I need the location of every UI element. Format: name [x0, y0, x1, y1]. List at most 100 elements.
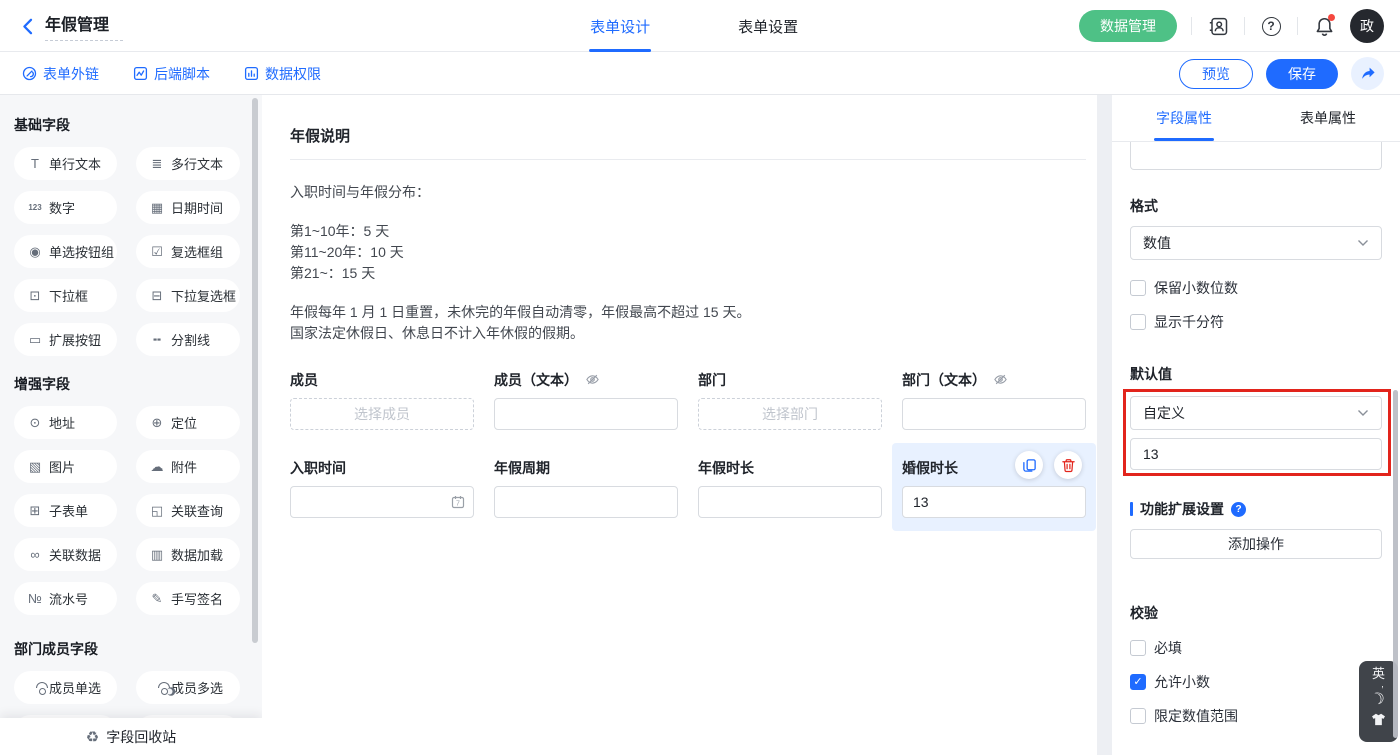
option-thousand-separator[interactable]: 显示千分符 [1130, 312, 1382, 332]
option-allow-decimal[interactable]: 允许小数 [1130, 672, 1382, 692]
field-pill-geolocation[interactable]: ⊕定位 [136, 406, 240, 439]
shirt-skin-icon[interactable] [1371, 713, 1386, 726]
form-designer-app: 年假管理 表单设计 表单设置 数据管理 ? [0, 0, 1400, 755]
option-limit-range[interactable]: 限定数值范围 [1130, 706, 1382, 726]
data-permission-action[interactable]: 数据权限 [244, 64, 321, 84]
data-permission-icon [244, 66, 259, 81]
field-pill-subform[interactable]: ⊞子表单 [14, 494, 117, 527]
moon-icon[interactable]: ☽ [1369, 688, 1389, 711]
annual-cycle-input[interactable] [494, 486, 678, 518]
save-button[interactable]: 保存 [1266, 59, 1338, 89]
field-pill-radio-group[interactable]: ◉单选按钮组 [14, 235, 117, 268]
tab-form-properties[interactable]: 表单属性 [1256, 95, 1400, 141]
field-dept-text[interactable]: 部门（文本） [902, 371, 1086, 430]
field-pill-member-multi[interactable]: 成员多选 [136, 671, 240, 704]
notification-bell-icon[interactable] [1312, 14, 1336, 38]
marriage-days-input[interactable] [902, 486, 1086, 518]
sidebar-scrollbar[interactable] [252, 98, 258, 643]
delete-field-button[interactable] [1054, 451, 1082, 479]
field-pill-linked-query[interactable]: ◱关联查询 [136, 494, 240, 527]
back-button[interactable] [22, 18, 33, 35]
link-icon [22, 66, 37, 81]
checkbox[interactable] [1130, 280, 1146, 296]
field-member[interactable]: 成员 选择成员 [290, 371, 474, 430]
checkbox[interactable] [1130, 640, 1146, 656]
field-recycle-bin[interactable]: ♻ 字段回收站 [0, 718, 262, 755]
main-tabs: 表单设计 表单设置 [546, 0, 842, 52]
subform-icon: ⊞ [27, 503, 43, 519]
data-manage-button[interactable]: 数据管理 [1079, 10, 1177, 42]
share-button[interactable] [1351, 57, 1384, 90]
field-pill-data-load[interactable]: ▥数据加载 [136, 538, 240, 571]
page-title[interactable]: 年假管理 [45, 11, 123, 41]
divider [1244, 17, 1245, 35]
checkbox[interactable] [1130, 314, 1146, 330]
field-pill-linked-data[interactable]: ∞关联数据 [14, 538, 117, 571]
option-required[interactable]: 必填 [1130, 638, 1382, 658]
format-label: 格式 [1130, 196, 1382, 216]
field-annual-cycle[interactable]: 年假周期 [494, 459, 678, 518]
annual-days-input[interactable] [698, 486, 882, 518]
dept-text-input[interactable] [902, 398, 1086, 430]
tab-form-design[interactable]: 表单设计 [590, 0, 650, 52]
member-picker[interactable]: 选择成员 [290, 398, 474, 430]
copy-field-button[interactable] [1015, 451, 1043, 479]
field-label: 部门 [698, 371, 882, 388]
external-link-action[interactable]: 表单外链 [22, 64, 99, 84]
field-pill-single-text[interactable]: T单行文本 [14, 147, 117, 180]
eye-off-icon [993, 372, 1008, 387]
field-dept[interactable]: 部门 选择部门 [698, 371, 882, 430]
field-pill-signature[interactable]: ✎手写签名 [136, 582, 240, 615]
field-pill-extend-button[interactable]: ▭扩展按钮 [14, 323, 117, 356]
member-text-input[interactable] [494, 398, 678, 430]
divider [1297, 17, 1298, 35]
field-marriage-days-selected[interactable]: 婚假时长 [892, 443, 1096, 531]
option-decimal-digits[interactable]: 保留小数位数 [1130, 278, 1382, 298]
field-pill-member-single[interactable]: 成员单选 [14, 671, 117, 704]
number-icon: 123 [27, 203, 43, 212]
field-pill-address[interactable]: ⊙地址 [14, 406, 117, 439]
field-member-text[interactable]: 成员（文本） [494, 371, 678, 430]
dept-picker[interactable]: 选择部门 [698, 398, 882, 430]
format-select[interactable]: 数值 [1130, 226, 1382, 260]
panel-scrollbar[interactable] [1393, 390, 1398, 738]
share-arrow-icon [1360, 66, 1376, 81]
contacts-icon[interactable] [1206, 14, 1230, 38]
default-type-select[interactable]: 自定义 [1130, 396, 1382, 430]
user-avatar[interactable]: 政 [1350, 9, 1384, 43]
chevron-down-icon [1357, 239, 1369, 247]
checkbox-icon: ☑ [149, 244, 165, 260]
field-pill-multi-text[interactable]: ≣多行文本 [136, 147, 240, 180]
default-value-label: 默认值 [1130, 364, 1382, 384]
field-pill-dropdown-multi[interactable]: ⊟下拉复选框 [136, 279, 240, 312]
add-action-button[interactable]: 添加操作 [1130, 529, 1382, 559]
field-library-sidebar: 基础字段 T单行文本 ≣多行文本 123数字 ▦日期时间 ◉单选按钮组 ☑复选框… [0, 95, 262, 755]
help-icon[interactable]: ? [1259, 14, 1283, 38]
field-entry-date[interactable]: 入职时间 7 [290, 459, 474, 518]
divider [1191, 17, 1192, 35]
extension-help-icon[interactable]: ? [1231, 502, 1246, 517]
checkbox[interactable] [1130, 674, 1146, 690]
field-name-input-partial[interactable] [1130, 142, 1382, 170]
field-pill-serial-number[interactable]: №流水号 [14, 582, 117, 615]
default-value-input[interactable] [1130, 438, 1382, 470]
tab-field-properties[interactable]: 字段属性 [1112, 95, 1256, 141]
field-pill-dropdown[interactable]: ⊡下拉框 [14, 279, 117, 312]
validation-label: 校验 [1130, 603, 1382, 623]
tab-form-settings[interactable]: 表单设置 [738, 0, 798, 52]
field-pill-checkbox-group[interactable]: ☑复选框组 [136, 235, 240, 268]
backend-script-action[interactable]: 后端脚本 [133, 64, 210, 84]
field-pill-number[interactable]: 123数字 [14, 191, 117, 224]
field-annual-days[interactable]: 年假时长 [698, 459, 882, 518]
field-pill-image[interactable]: ▧图片 [14, 450, 117, 483]
field-label: 入职时间 [290, 459, 474, 476]
field-pill-datetime[interactable]: ▦日期时间 [136, 191, 240, 224]
checkbox[interactable] [1130, 708, 1146, 724]
divider-field-title[interactable]: 年假说明 [290, 125, 1086, 160]
linked-query-icon: ◱ [149, 503, 165, 519]
field-pill-divider[interactable]: ╍分割线 [136, 323, 240, 356]
field-pill-attachment[interactable]: ☁附件 [136, 450, 240, 483]
entry-date-input[interactable] [290, 486, 474, 518]
preview-button[interactable]: 预览 [1179, 59, 1253, 89]
radio-icon: ◉ [27, 244, 43, 260]
